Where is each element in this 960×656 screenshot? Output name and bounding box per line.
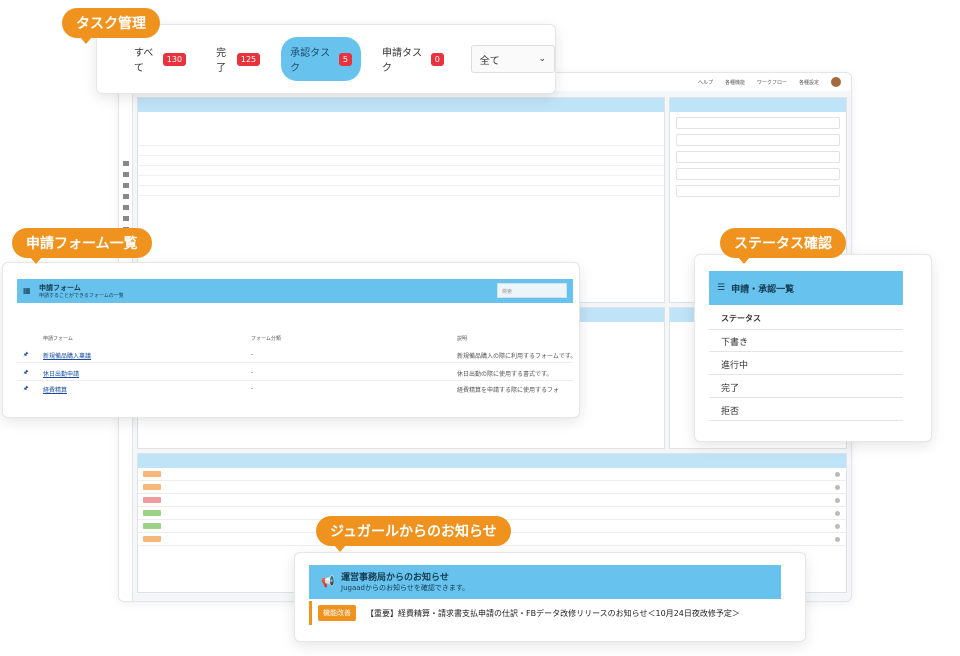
tab-all[interactable]: すべて 130 — [125, 37, 195, 81]
list-icon: ☰ — [717, 283, 726, 293]
user-avatar[interactable] — [831, 77, 841, 87]
form-category: - — [251, 351, 254, 358]
badge-form-list: 申請フォーム一覧 — [12, 228, 152, 264]
form-description: 経費精算を申請する際に使用するフォ — [457, 387, 560, 394]
pin-icon[interactable]: 🖈 — [23, 350, 29, 360]
table-row: 🖈 経費精算 - 経費精算を申請する際に使用するフォ — [17, 381, 573, 397]
table-row[interactable] — [138, 176, 664, 186]
status-header: ☰ 申請・承認一覧 — [709, 271, 903, 305]
task-filter-value: 全て — [479, 55, 500, 67]
form-list-subtitle: 申請することができるフォームの一覧 — [39, 293, 124, 299]
tab-completed-count: 125 — [236, 52, 261, 66]
status-card: ☰ 申請・承認一覧 ステータス 下書き 進行中 完了 拒否 — [694, 254, 932, 442]
list-item[interactable] — [138, 481, 846, 494]
list-item[interactable] — [138, 494, 846, 507]
topbar-functions[interactable]: 各種機能 — [725, 79, 745, 86]
table-row[interactable] — [138, 166, 664, 176]
status-title: 申請・承認一覧 — [731, 284, 795, 295]
topbar-settings[interactable]: 各種設定 — [799, 79, 819, 86]
topbar-help[interactable]: ヘルプ — [698, 79, 713, 86]
status-item-in-progress[interactable]: 進行中 — [709, 352, 903, 375]
tab-all-count: 130 — [162, 52, 187, 66]
table-row: 🖈 新規備品購入稟議 - 新規備品購入の際に利用するフォームです。 — [17, 347, 573, 363]
grid-icon: ▦ — [23, 286, 31, 295]
status-item-draft[interactable]: 下書き — [709, 329, 903, 352]
tab-all-label: すべて — [134, 48, 154, 74]
badge-task-management: タスク管理 — [62, 8, 160, 44]
column-header-category: フォーム分類 — [251, 336, 281, 342]
nav-icon[interactable] — [122, 161, 129, 166]
form-category: - — [251, 369, 254, 376]
notice-card: 📢 運営事務局からのお知らせ Jugaadからのお知らせを確認できます。 機能改… — [294, 552, 806, 642]
menu-button[interactable] — [676, 151, 840, 163]
nav-icon[interactable] — [122, 205, 129, 210]
tab-completed-label: 完了 — [216, 48, 227, 74]
topbar-workflow[interactable]: ワークフロー — [757, 79, 787, 86]
nav-icon[interactable] — [122, 194, 129, 199]
tab-approval[interactable]: 承認タスク 5 — [281, 37, 361, 81]
tab-approval-count: 5 — [338, 52, 352, 66]
form-search-input[interactable]: 検索 — [497, 283, 567, 298]
nav-icon[interactable] — [122, 172, 129, 177]
form-description: 新規備品購入の際に利用するフォームです。 — [457, 353, 573, 360]
form-category: - — [251, 385, 254, 392]
notice-tag: 機能改善 — [318, 605, 356, 621]
nav-icon[interactable] — [122, 183, 129, 188]
list-item[interactable] — [138, 468, 846, 481]
table-row[interactable] — [138, 136, 664, 146]
notice-text: 【重要】経費精算・請求書支払申請の仕訳・FBデータ改修リリースのお知らせ＜10月… — [366, 608, 740, 618]
menu-button[interactable] — [676, 117, 840, 129]
status-item-completed[interactable]: 完了 — [709, 375, 903, 398]
form-link[interactable]: 休日出勤申請 — [43, 369, 79, 378]
form-description: 休日出勤の際に使用する書式です。 — [457, 371, 553, 378]
pin-icon[interactable]: 🖈 — [23, 384, 29, 394]
task-filter-select[interactable]: 全て ⌄ — [470, 45, 555, 73]
column-header-form: 申請フォーム — [43, 336, 73, 342]
chevron-down-icon: ⌄ — [538, 54, 546, 64]
form-list-card: ▦ 申請フォーム 申請することができるフォームの一覧 検索 申請フォーム フォー… — [2, 262, 580, 418]
tab-application[interactable]: 申請タスク 0 — [373, 37, 453, 81]
right-menu-header — [670, 98, 846, 112]
column-header-description: 説明 — [457, 336, 468, 342]
form-link[interactable]: 新規備品購入稟議 — [43, 351, 91, 360]
badge-status: ステータス確認 — [720, 228, 846, 264]
tab-approval-label: 承認タスク — [290, 48, 331, 74]
table-row[interactable] — [138, 156, 664, 166]
task-filter-card: すべて 130 完了 125 承認タスク 5 申請タスク 0 全て ⌄ — [96, 24, 556, 94]
status-item-rejected[interactable]: 拒否 — [709, 398, 903, 421]
notice-header: 📢 運営事務局からのお知らせ Jugaadからのお知らせを確認できます。 — [309, 565, 781, 599]
notice-bg-header — [138, 454, 846, 468]
notice-item[interactable]: 機能改善 【重要】経費精算・請求書支払申請の仕訳・FBデータ改修リリースのお知ら… — [309, 601, 781, 625]
menu-button[interactable] — [676, 168, 840, 180]
pin-icon[interactable]: 🖈 — [23, 368, 29, 378]
menu-button[interactable] — [676, 185, 840, 197]
status-column-header: ステータス — [709, 307, 903, 330]
tab-completed[interactable]: 完了 125 — [207, 37, 269, 81]
tab-application-label: 申請タスク — [381, 48, 422, 74]
task-list-header — [138, 98, 664, 112]
nav-icon[interactable] — [122, 216, 129, 221]
notice-subtitle: Jugaadからのお知らせを確認できます。 — [341, 584, 470, 592]
table-row: 🖈 休日出勤申請 - 休日出勤の際に使用する書式です。 — [17, 365, 573, 381]
megaphone-icon: 📢 — [321, 575, 335, 588]
menu-button[interactable] — [676, 134, 840, 146]
notice-title: 運営事務局からのお知らせ — [341, 573, 449, 583]
form-list-header: ▦ 申請フォーム 申請することができるフォームの一覧 検索 — [17, 279, 573, 303]
tab-application-count: 0 — [430, 52, 444, 66]
table-row[interactable] — [138, 186, 664, 196]
table-row[interactable] — [138, 146, 664, 156]
badge-notice: ジュガールからのお知らせ — [316, 516, 511, 552]
form-link[interactable]: 経費精算 — [43, 385, 67, 394]
